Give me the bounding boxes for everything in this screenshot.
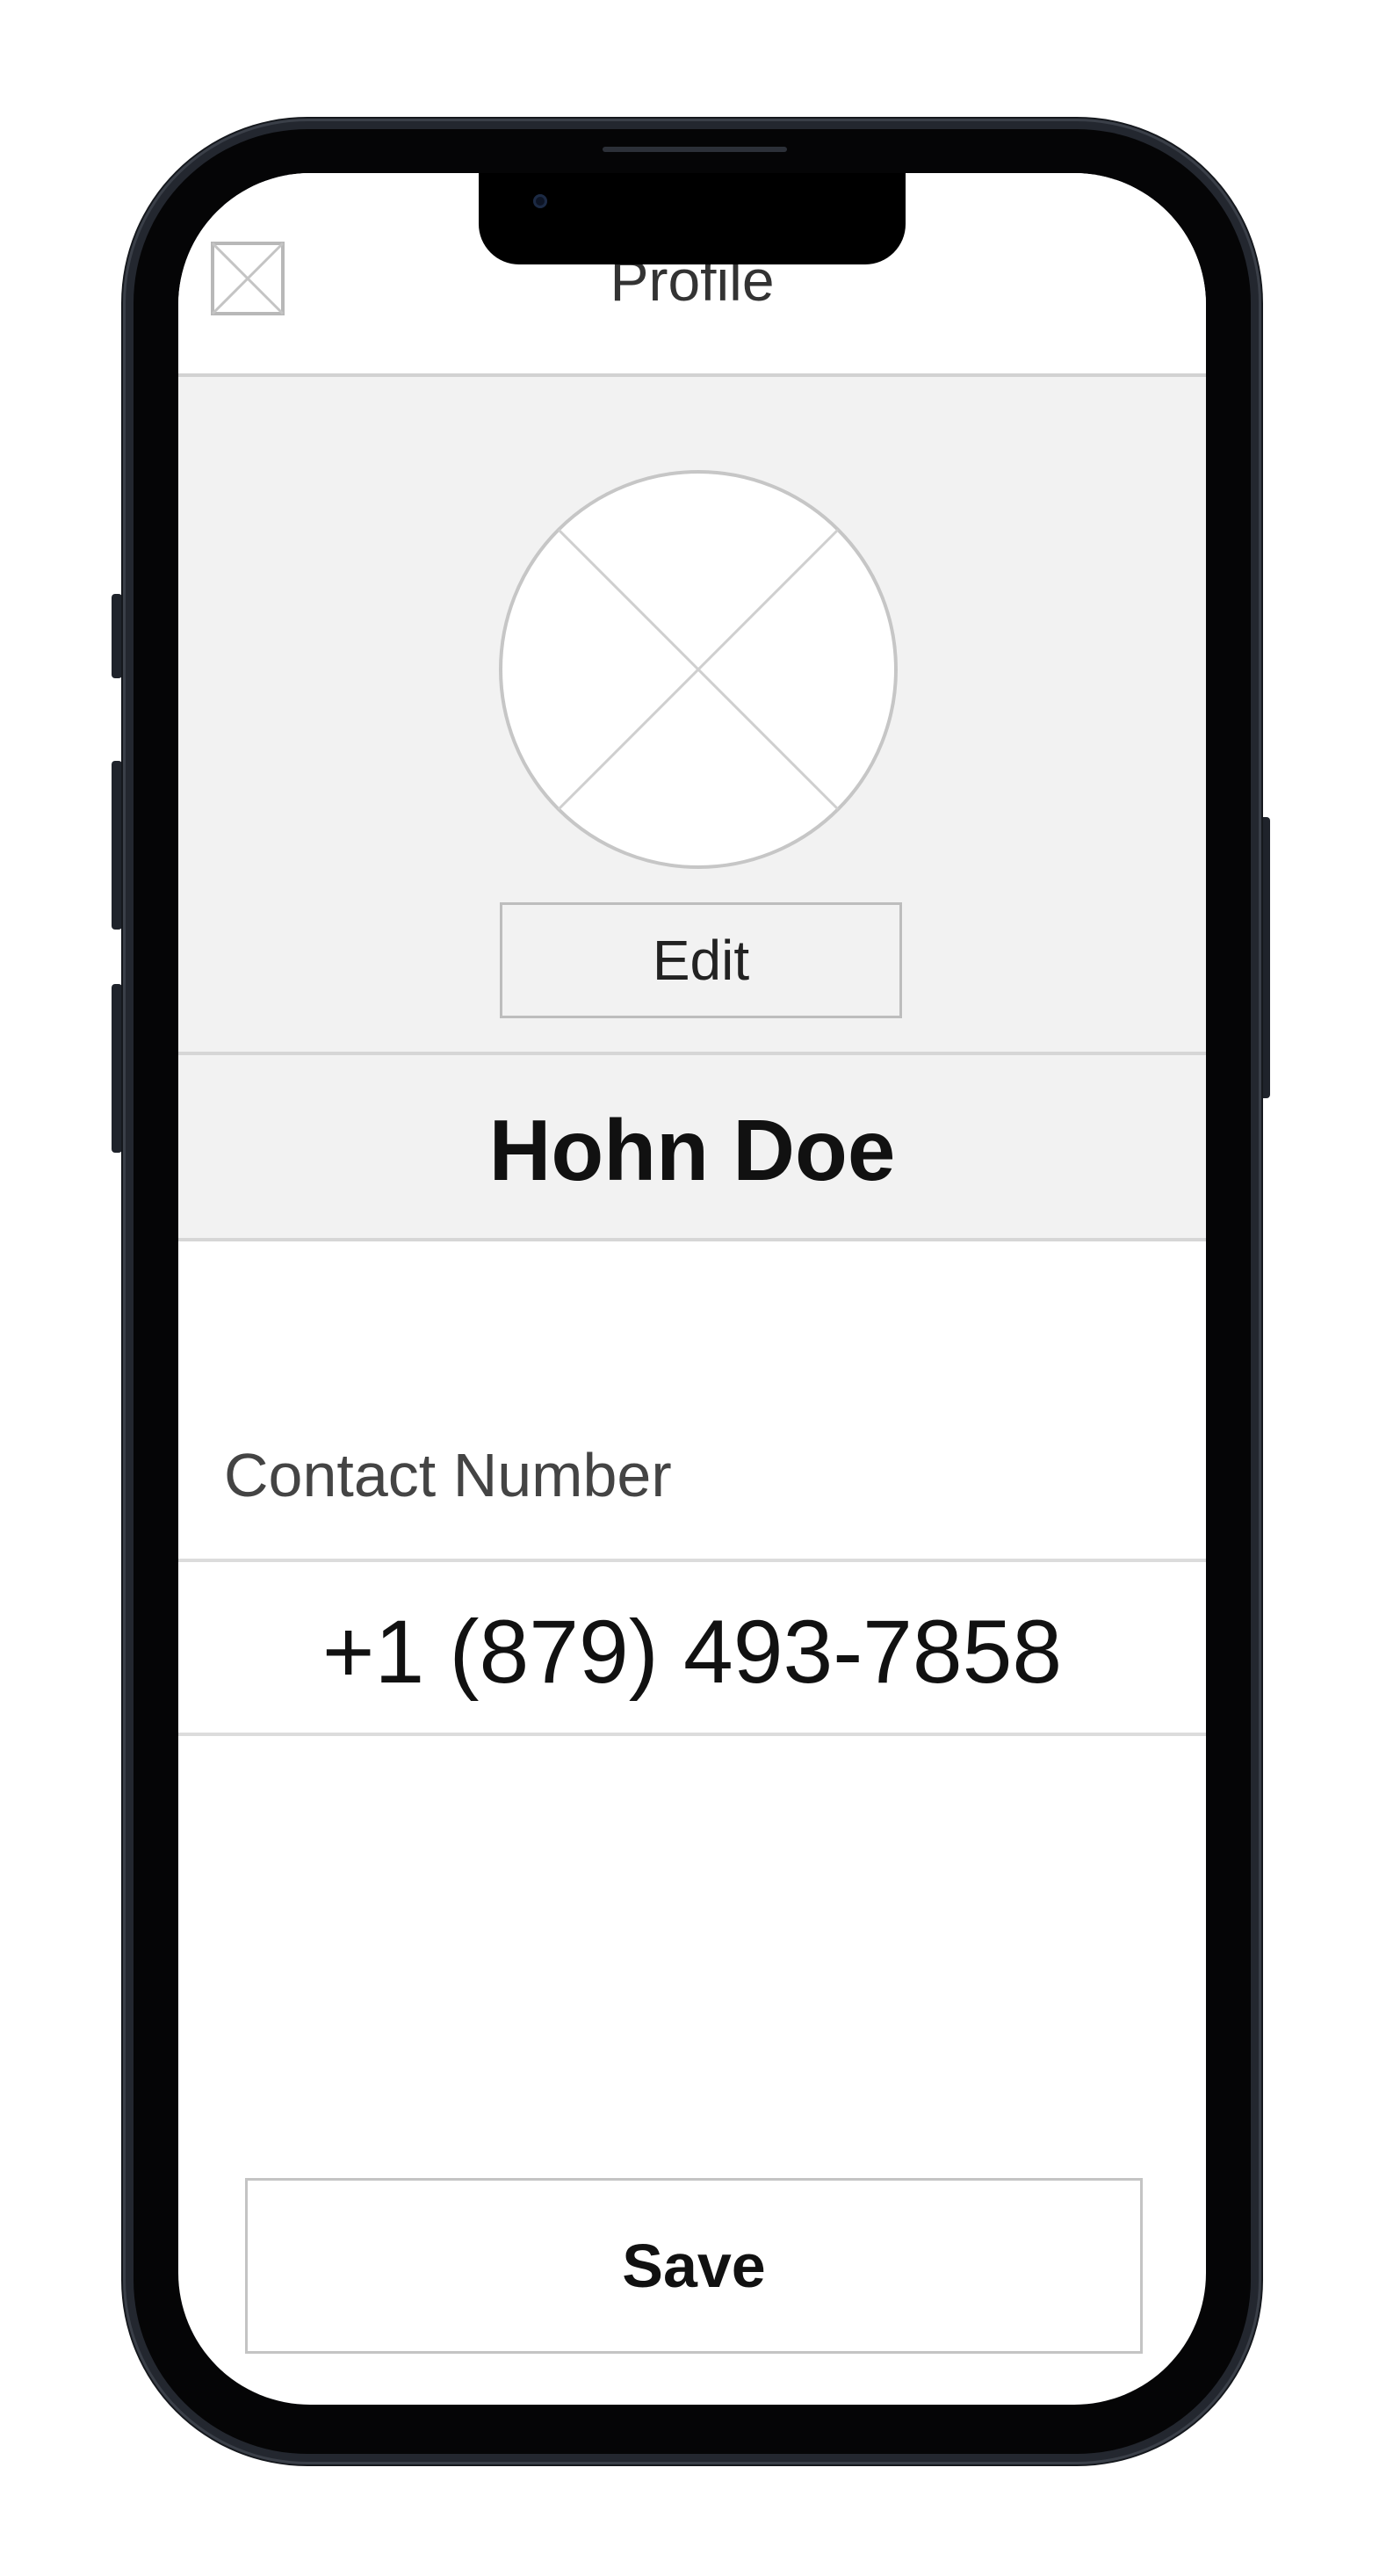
volume-up-button [112, 761, 122, 930]
notch [479, 173, 906, 264]
profile-name-band: Hohn Doe [178, 1055, 1206, 1241]
contact-number-field[interactable]: +1 (879) 493-7858 [178, 1601, 1206, 1704]
phone-screen: Profile Edit Hohn Doe Contact Number +1 … [178, 173, 1206, 2405]
divider [178, 1733, 1206, 1736]
device-mockup: Profile Edit Hohn Doe Contact Number +1 … [0, 0, 1379, 2576]
front-camera [533, 194, 547, 208]
profile-photo-section: Edit [178, 377, 1206, 1055]
edit-photo-button[interactable]: Edit [500, 902, 902, 1018]
save-button[interactable]: Save [245, 2178, 1143, 2354]
speaker-grille [603, 147, 787, 152]
volume-down-button [112, 984, 122, 1153]
avatar-placeholder-icon [499, 470, 898, 869]
mute-switch [112, 594, 122, 678]
profile-name: Hohn Doe [488, 1102, 896, 1198]
divider [178, 1559, 1206, 1562]
contact-number-label: Contact Number [224, 1441, 672, 1509]
